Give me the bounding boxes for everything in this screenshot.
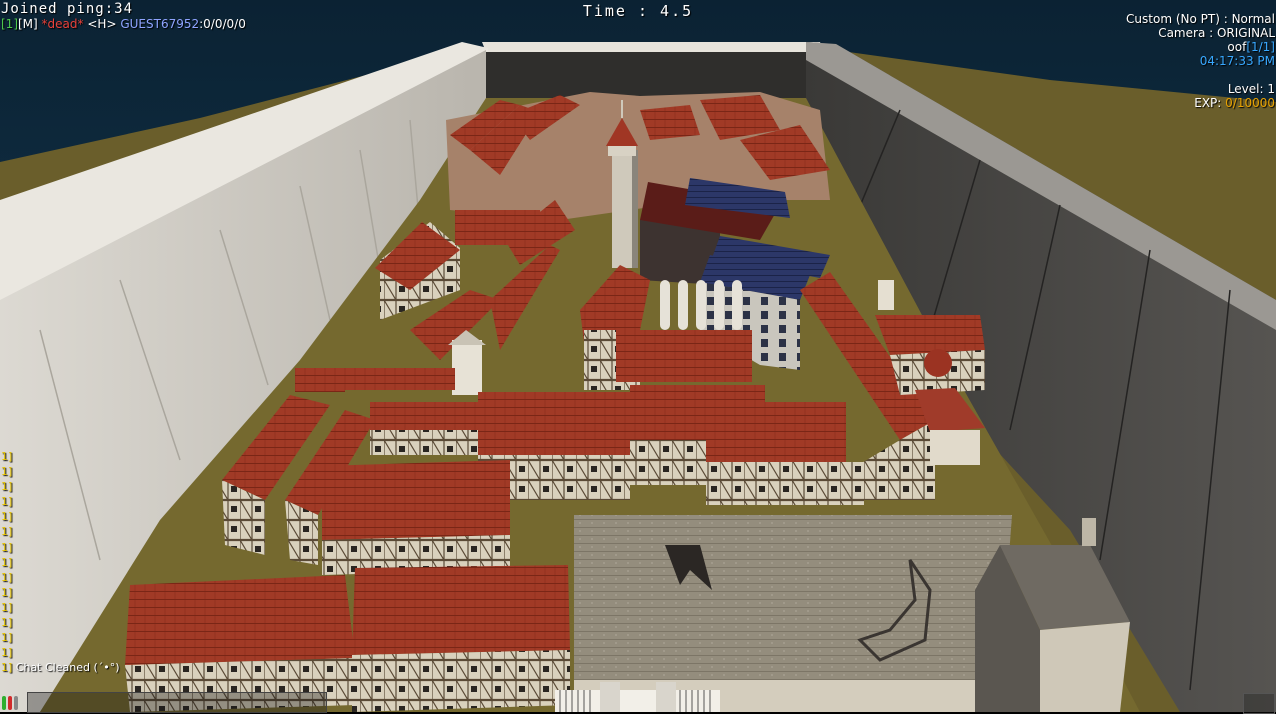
round-timer: Time : 4.5 [582, 2, 694, 20]
chat-line: 1] [1, 600, 13, 614]
chat-line-last: 1] Chat Cleaned (´•°) [1, 660, 120, 675]
game-viewport[interactable] [0, 0, 1276, 712]
game-info-panel: Custom (No PT) : Normal Camera : ORIGINA… [1126, 12, 1275, 110]
gauge-bar-green [2, 696, 6, 710]
chat-line: 1] [1, 631, 13, 645]
room-name: oof [1227, 40, 1247, 54]
chat-line: 1] [1, 465, 13, 479]
room-player-count: [1/1] [1246, 40, 1275, 54]
chat-input[interactable] [27, 692, 327, 713]
exp-value: 0/10000 [1225, 96, 1275, 110]
chat-line: 1] [1, 585, 13, 599]
chat-line: 1] [1, 480, 13, 494]
gauge-bar-gray [14, 696, 18, 710]
chat-line-prefix: 1] [1, 661, 13, 675]
chat-line: 1] [1, 525, 13, 539]
chat-line: 1] [1, 616, 13, 630]
camera-mode-text: Camera : ORIGINAL [1158, 26, 1275, 40]
clock-text: 04:17:33 PM [1199, 54, 1275, 68]
skill-slot [1243, 693, 1275, 714]
chat-line: 1] [1, 510, 13, 524]
chat-cleaned-message: Chat Cleaned (´•°) [12, 661, 120, 675]
chat-line: 1] [1, 450, 13, 463]
chat-line: 1] [1, 646, 13, 660]
exp-label: EXP: [1194, 96, 1226, 110]
exp-line: EXP: 0/10000 [1126, 96, 1275, 110]
chat-log: 1] 1] 1] 1] 1] 1] 1] 1] 1] 1] 1] 1] 1] 1… [1, 449, 120, 675]
chat-line: 1] [1, 540, 13, 554]
gas-gauge-icon [2, 696, 24, 710]
chat-line: 1] [1, 555, 13, 569]
game-mode-text: Custom (No PT) : Normal [1126, 12, 1275, 26]
room-info: oof[1/1] [1126, 40, 1275, 54]
gauge-bar-red [8, 696, 12, 710]
chat-line: 1] [1, 495, 13, 509]
level-text: Level: 1 [1227, 82, 1275, 96]
chat-line: 1] [1, 570, 13, 584]
